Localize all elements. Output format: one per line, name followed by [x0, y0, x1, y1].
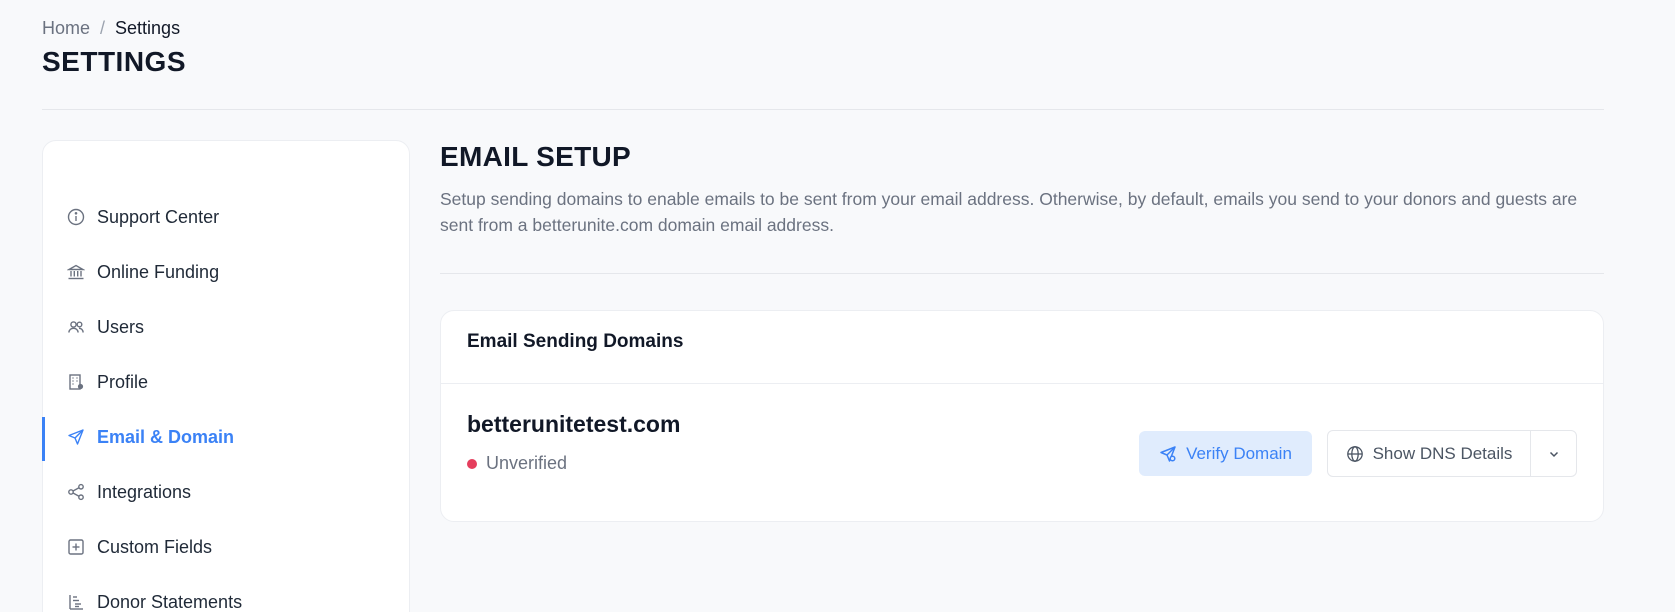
page-title: SETTINGS: [42, 46, 187, 77]
card-divider: [441, 383, 1603, 384]
sidebar-item-users[interactable]: Users: [43, 305, 409, 349]
section-divider: [440, 273, 1604, 274]
send-icon: [1159, 445, 1177, 463]
sidebar-item-label: Profile: [97, 371, 149, 392]
email-sending-domains-card: Email Sending Domains betterunitetest.co…: [440, 310, 1604, 522]
verify-domain-label: Verify Domain: [1186, 443, 1292, 463]
sidebar-item-custom-fields[interactable]: Custom Fields: [43, 525, 409, 569]
sidebar-item-label: Integrations: [97, 481, 192, 502]
verify-domain-button[interactable]: Verify Domain: [1139, 431, 1312, 476]
users-icon: [66, 317, 86, 337]
sidebar-item-label: Custom Fields: [97, 536, 213, 557]
sidebar-item-label: Online Funding: [97, 261, 220, 282]
settings-sidebar: Support Center Online Funding Users Prof…: [42, 140, 410, 612]
breadcrumb-current: Settings: [115, 18, 181, 38]
globe-icon: [1346, 445, 1364, 463]
sidebar-item-support-center[interactable]: Support Center: [43, 195, 409, 239]
building-icon: [66, 372, 86, 392]
settings-page: Home / Settings SETTINGS Support Center …: [0, 0, 1675, 612]
status-badge: Unverified: [467, 453, 567, 474]
dns-button-group: Show DNS Details: [1327, 430, 1577, 477]
email-setup-title: EMAIL SETUP: [440, 141, 632, 172]
status-dot: [467, 458, 477, 469]
bank-icon: [66, 262, 86, 282]
show-dns-details-button[interactable]: Show DNS Details: [1328, 431, 1531, 476]
breadcrumb-separator: /: [100, 18, 106, 38]
header-divider: [42, 109, 1604, 110]
card-title: Email Sending Domains: [467, 331, 684, 352]
dns-options-dropdown[interactable]: [1531, 431, 1576, 476]
sidebar-item-donor-statements[interactable]: Donor Statements: [43, 580, 409, 612]
list-tree-icon: [66, 592, 86, 612]
sidebar-item-label: Email & Domain: [97, 426, 235, 447]
sidebar-item-label: Support Center: [97, 206, 220, 227]
email-setup-description: Setup sending domains to enable emails t…: [440, 189, 1578, 235]
sidebar-item-label: Users: [97, 316, 145, 337]
status-text: Unverified: [486, 453, 568, 473]
sidebar-item-online-funding[interactable]: Online Funding: [43, 250, 409, 294]
send-icon: [66, 427, 86, 447]
breadcrumb: Home / Settings: [42, 18, 180, 39]
info-circle-icon: [66, 207, 86, 227]
show-dns-details-label: Show DNS Details: [1372, 443, 1513, 463]
sidebar-item-integrations[interactable]: Integrations: [43, 470, 409, 514]
sidebar-item-label: Donor Statements: [97, 591, 243, 612]
plus-square-icon: [66, 537, 86, 557]
breadcrumb-home-link[interactable]: Home: [42, 18, 90, 39]
sidebar-item-profile[interactable]: Profile: [43, 360, 409, 404]
chevron-down-icon: [1548, 448, 1560, 460]
domain-name: betterunitetest.com: [467, 411, 681, 437]
sidebar-item-email-domain[interactable]: Email & Domain: [42, 415, 409, 461]
share-icon: [66, 482, 86, 502]
